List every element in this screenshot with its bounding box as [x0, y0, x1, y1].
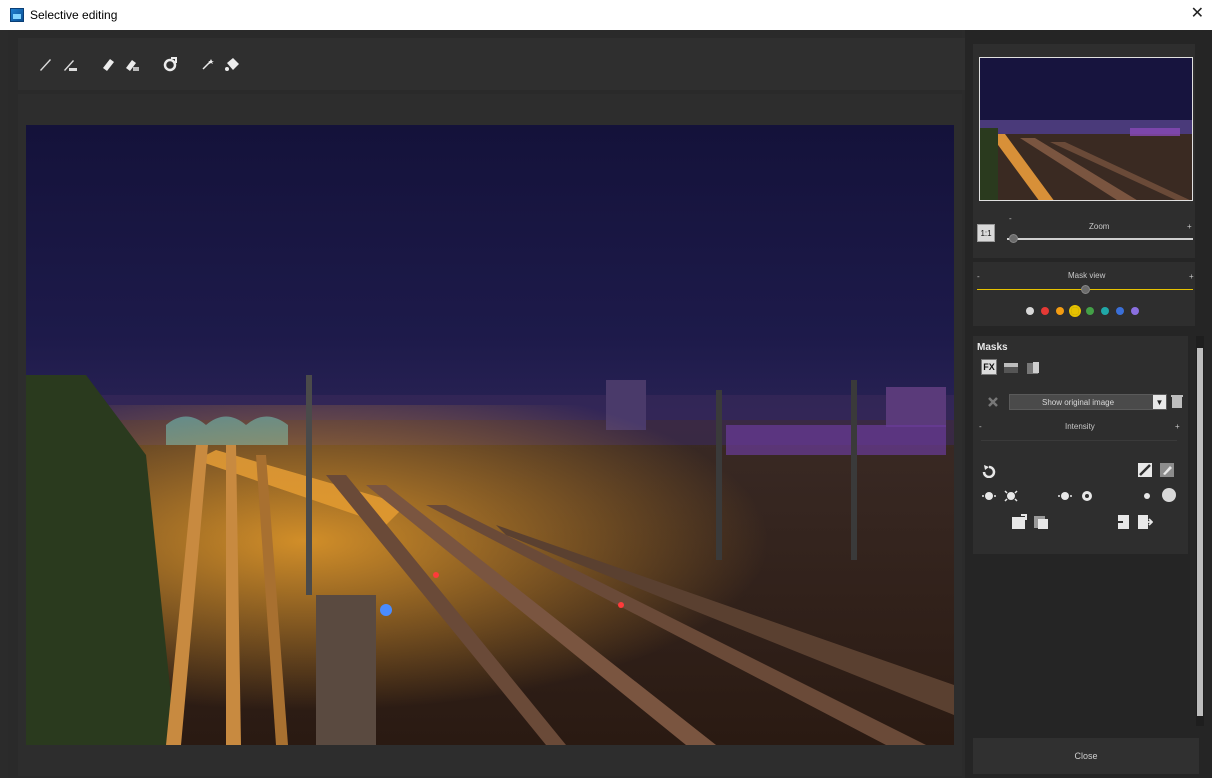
small-brush-icon[interactable] [1139, 488, 1155, 504]
mask-color-swatches [1026, 305, 1139, 317]
navigator-panel [973, 44, 1195, 212]
chevron-down-icon[interactable]: ▼ [1153, 395, 1166, 409]
expand-mask-icon[interactable] [1003, 488, 1019, 504]
mask-color-swatch[interactable] [1026, 307, 1034, 315]
mask-color-swatch[interactable] [1041, 307, 1049, 315]
app-icon [10, 8, 24, 22]
mask-select-value: Show original image [1042, 397, 1115, 407]
zoom-slider-knob[interactable] [1008, 234, 1018, 243]
close-button[interactable]: Close [973, 738, 1199, 774]
intensity-label: Intensity [1065, 422, 1095, 431]
mask-view-panel: - Mask view + [973, 262, 1195, 326]
masks-scrollbar-thumb[interactable] [1197, 348, 1203, 716]
zoom-minus-label: - [1009, 214, 1012, 223]
eraser-fill-icon[interactable] [122, 54, 142, 74]
invert-mask-icon[interactable] [1137, 462, 1153, 478]
clear-mask-icon[interactable] [1159, 462, 1175, 478]
soften-mask-icon[interactable] [1057, 488, 1073, 504]
mask-color-swatch[interactable] [1116, 307, 1124, 315]
image-canvas[interactable] [18, 94, 962, 776]
import-mask-icon[interactable] [1115, 514, 1131, 530]
copy-mask-icon[interactable] [1025, 360, 1041, 376]
mask-view-label: Mask view [1068, 271, 1106, 280]
gradient-mask-icon[interactable] [1003, 360, 1019, 376]
mask-color-swatch[interactable] [1101, 307, 1109, 315]
shrink-mask-icon[interactable] [981, 488, 997, 504]
mask-color-swatch[interactable] [1069, 305, 1081, 317]
intensity-minus-label: - [979, 422, 982, 431]
eraser-icon[interactable] [98, 54, 118, 74]
mask-view-slider-knob[interactable] [1081, 285, 1090, 294]
export-mask-icon[interactable] [1137, 514, 1153, 530]
masks-title: Masks [977, 342, 1008, 353]
window-close-button[interactable]: ✕ [1191, 5, 1204, 23]
mask-color-swatch[interactable] [1056, 307, 1064, 315]
editor-area [8, 30, 968, 778]
trash-icon[interactable] [1169, 393, 1185, 409]
auto-mask-icon[interactable] [160, 54, 180, 74]
window-title: Selective editing [30, 8, 118, 22]
intensity-slider-track[interactable] [981, 440, 1177, 441]
mask-view-minus-label: - [977, 272, 980, 281]
magic-wand-icon[interactable] [198, 54, 218, 74]
edited-photo[interactable] [26, 125, 954, 745]
zoom-panel: 1:1 - Zoom + [973, 212, 1195, 258]
brush-erase-icon[interactable] [60, 54, 80, 74]
zoom-plus-label: + [1187, 222, 1192, 231]
zoom-label: Zoom [1089, 222, 1110, 231]
paste-mask-icon[interactable] [1033, 514, 1049, 530]
masks-panel: Masks FX Show original image ▼ - Intensi… [973, 336, 1188, 554]
mask-select-dropdown[interactable]: Show original image ▼ [1009, 394, 1167, 410]
fill-bucket-icon[interactable] [222, 54, 242, 74]
intensity-plus-label: + [1175, 422, 1180, 431]
harden-mask-icon[interactable] [1079, 488, 1095, 504]
mask-view-plus-label: + [1189, 272, 1194, 281]
mask-color-swatch[interactable] [1086, 307, 1094, 315]
navigator-thumbnail[interactable] [979, 57, 1193, 201]
side-panel: 1:1 - Zoom + - Mask view + Masks FX Show… [965, 30, 1212, 778]
zoom-1to1-button[interactable]: 1:1 [977, 224, 995, 242]
tool-bar [18, 38, 968, 90]
delete-mask-x-icon[interactable] [985, 394, 1001, 410]
fx-mask-button[interactable]: FX [981, 359, 997, 375]
zoom-slider-track[interactable] [1007, 238, 1193, 240]
large-brush-icon[interactable] [1161, 487, 1177, 503]
undo-icon[interactable] [981, 463, 997, 479]
masks-scrollbar[interactable] [1196, 336, 1204, 726]
brush-icon[interactable] [36, 54, 56, 74]
load-mask-icon[interactable] [1011, 514, 1027, 530]
mask-color-swatch[interactable] [1131, 307, 1139, 315]
title-bar: Selective editing ✕ [0, 0, 1212, 30]
